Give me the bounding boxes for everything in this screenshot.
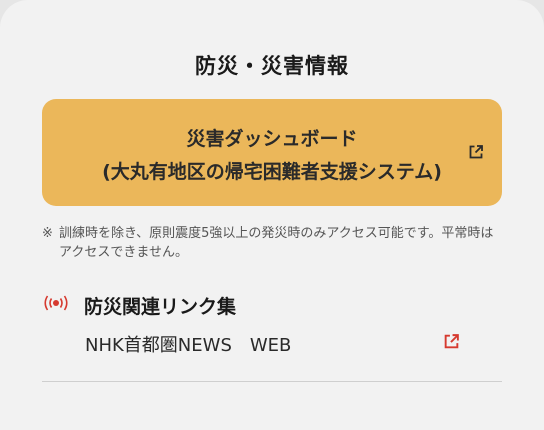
dashboard-button-title: 災害ダッシュボード [186,128,358,150]
broadcast-signal-icon [44,295,68,311]
dashboard-button-subtitle: (大丸有地区の帰宅困難者支援システム) [102,161,442,183]
section-title: 防災・災害情報 [195,54,349,78]
link-item-nhk-news[interactable]: NHK首都圏NEWS WEB [42,326,502,360]
external-link-icon [444,334,459,349]
note-text: 訓練時を除き、原則震度5強以上の発災時のみアクセス可能です。平常時はアクセスでき… [59,226,494,260]
links-title: 防災関連リンク集 [84,296,237,318]
external-link-icon [469,145,483,159]
disaster-dashboard-button[interactable]: 災害ダッシュボード (大丸有地区の帰宅困難者支援システム) [42,99,502,206]
link-item-label: NHK首都圏NEWS WEB [85,335,292,356]
disaster-info-card: 防災・災害情報 災害ダッシュボード (大丸有地区の帰宅困難者支援システム) ※ … [0,0,544,430]
links-header: 防災関連リンク集 [42,290,502,318]
note-mark: ※ [42,226,53,241]
divider [42,381,502,382]
